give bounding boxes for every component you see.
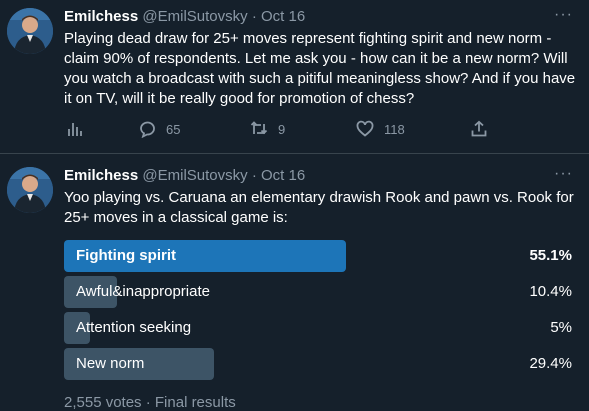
retweet-count: 9 bbox=[278, 121, 286, 137]
tweet-header: Emilchess @EmilSutovsky · Oct 16 bbox=[64, 166, 305, 185]
poll-option-percent: 55.1% bbox=[529, 247, 572, 264]
author-handle[interactable]: @EmilSutovsky bbox=[142, 167, 247, 184]
poll-option: Attention seeking 5% bbox=[64, 312, 574, 344]
tweet-date[interactable]: Oct 16 bbox=[261, 167, 305, 184]
author-handle[interactable]: @EmilSutovsky bbox=[142, 8, 247, 25]
tweet-date[interactable]: Oct 16 bbox=[261, 8, 305, 25]
tweet-actions: 65 9 118 bbox=[64, 120, 494, 142]
retweet-button[interactable]: 9 bbox=[250, 120, 285, 138]
bar-chart-icon bbox=[68, 123, 82, 136]
poll-option-percent: 10.4% bbox=[529, 283, 572, 300]
separator-dot: · bbox=[251, 8, 257, 25]
share-button[interactable] bbox=[470, 120, 488, 138]
reply-count: 65 bbox=[166, 121, 181, 137]
reply-button[interactable]: 65 bbox=[138, 120, 180, 138]
poll-option-label: Awful&inappropriate bbox=[76, 283, 210, 300]
tweet-text: Playing dead draw for 25+ moves represen… bbox=[64, 30, 576, 107]
poll-option: Awful&inappropriate 10.4% bbox=[64, 276, 574, 308]
avatar[interactable] bbox=[7, 8, 53, 54]
poll-option-percent: 29.4% bbox=[529, 355, 572, 372]
tweet[interactable]: Emilchess @EmilSutovsky · Oct 16 ··· Pla… bbox=[0, 0, 589, 154]
author-name[interactable]: Emilchess bbox=[64, 8, 138, 25]
poll-option-label: Fighting spirit bbox=[76, 247, 176, 264]
separator-dot: · bbox=[251, 167, 257, 184]
poll-option-percent: 5% bbox=[550, 319, 572, 336]
tweet-text: Yoo playing vs. Caruana an elementary dr… bbox=[64, 189, 574, 226]
share-icon bbox=[471, 120, 487, 137]
heart-icon bbox=[356, 120, 374, 137]
poll-option: New norm 29.4% bbox=[64, 348, 574, 380]
like-button[interactable]: 118 bbox=[356, 120, 405, 138]
avatar[interactable] bbox=[7, 167, 53, 213]
poll-option-label: New norm bbox=[76, 355, 145, 372]
tweet[interactable]: Emilchess @EmilSutovsky · Oct 16 ··· Yoo… bbox=[0, 154, 589, 411]
reply-icon bbox=[140, 121, 155, 138]
more-options-icon[interactable]: ··· bbox=[554, 6, 573, 24]
more-options-icon[interactable]: ··· bbox=[554, 165, 573, 183]
retweet-icon bbox=[250, 121, 268, 135]
poll-footer: 2,555 votes · Final results bbox=[64, 394, 236, 411]
tweet-header: Emilchess @EmilSutovsky · Oct 16 bbox=[64, 7, 305, 26]
analytics-button[interactable] bbox=[66, 120, 84, 138]
author-name[interactable]: Emilchess bbox=[64, 167, 138, 184]
like-count: 118 bbox=[384, 121, 405, 137]
poll-option: Fighting spirit 55.1% bbox=[64, 240, 574, 272]
poll-option-label: Attention seeking bbox=[76, 319, 192, 336]
